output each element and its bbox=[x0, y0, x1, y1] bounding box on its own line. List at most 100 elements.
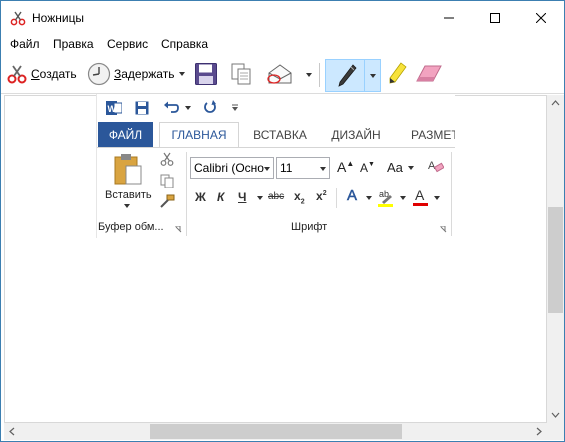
menu-help[interactable]: Справка bbox=[161, 37, 208, 51]
chevron-down-icon bbox=[179, 72, 186, 76]
create-label: оздать bbox=[39, 67, 77, 81]
menu-tools[interactable]: Сервис bbox=[107, 37, 148, 51]
shrink-font-icon: A▼ bbox=[360, 161, 375, 175]
vertical-scroll-thumb[interactable] bbox=[548, 207, 563, 313]
subscript-button: x2 bbox=[294, 189, 305, 206]
captured-snip: W ФАЙЛ ГЛАВНАЯ ВСТАВКА ДИЗАЙН РАЗМЕТ Вст… bbox=[96, 94, 455, 238]
delay-label: адержать bbox=[121, 67, 175, 81]
quick-access-toolbar: W bbox=[97, 94, 455, 122]
minimize-icon bbox=[444, 17, 454, 19]
svg-text:W: W bbox=[108, 104, 117, 114]
clear-formatting-icon: A bbox=[428, 160, 444, 173]
ribbon-tabs: ФАЙЛ ГЛАВНАЯ ВСТАВКА ДИЗАЙН РАЗМЕТ bbox=[97, 122, 455, 147]
redo-icon bbox=[204, 100, 216, 113]
grow-font-icon: A▲ bbox=[337, 159, 355, 175]
scrollbar-corner bbox=[547, 423, 564, 440]
text-effects-icon: A bbox=[347, 187, 358, 205]
save-snip-button[interactable] bbox=[194, 62, 218, 86]
maximize-button[interactable] bbox=[472, 1, 518, 35]
chevron-down-icon[interactable] bbox=[370, 74, 376, 78]
snipping-tool-window: Ножницы Файл Правка Сервис Справка Созда… bbox=[0, 0, 565, 442]
dialog-launcher-icon bbox=[440, 226, 447, 233]
new-snip-button[interactable]: Создать bbox=[6, 62, 77, 86]
title-bar[interactable]: Ножницы bbox=[1, 1, 564, 35]
clock-icon bbox=[87, 62, 111, 86]
cut-icon bbox=[160, 152, 174, 166]
save-icon bbox=[135, 101, 149, 115]
pen-split-divider bbox=[364, 60, 365, 91]
svg-text:A: A bbox=[428, 160, 436, 172]
scroll-down-icon[interactable] bbox=[547, 406, 564, 423]
font-divider bbox=[336, 188, 337, 208]
chevron-down-icon bbox=[366, 196, 372, 200]
tab-layout: РАЗМЕТ bbox=[411, 127, 455, 142]
clipboard-icon bbox=[114, 154, 142, 185]
toolbar: Создать Задержать bbox=[1, 56, 564, 94]
copy-icon bbox=[160, 174, 174, 188]
close-icon bbox=[536, 13, 546, 23]
scissors-app-icon bbox=[10, 11, 26, 26]
group-divider bbox=[451, 152, 452, 236]
superscript-button: x2 bbox=[316, 189, 327, 203]
ribbon-home: Вставить Буфер обм... Calibri (Осно 11 A… bbox=[97, 147, 455, 238]
scroll-left-icon[interactable] bbox=[4, 423, 21, 440]
chevron-down-icon bbox=[257, 196, 263, 200]
maximize-icon bbox=[490, 13, 500, 23]
vertical-scrollbar[interactable] bbox=[547, 95, 564, 423]
chevron-down-icon bbox=[434, 196, 440, 200]
horizontal-scrollbar[interactable] bbox=[4, 423, 547, 440]
italic-button: К bbox=[217, 190, 225, 204]
undo-icon bbox=[164, 101, 179, 113]
toolbar-divider bbox=[319, 63, 320, 87]
chevron-down-icon bbox=[185, 106, 191, 110]
create-accel: С bbox=[31, 67, 40, 81]
bold-button: Ж bbox=[195, 190, 206, 204]
eraser-icon bbox=[416, 65, 442, 82]
delay-button[interactable]: Задержать bbox=[87, 61, 186, 87]
font-size-value: 11 bbox=[280, 161, 293, 175]
font-name-value: Calibri (Осно bbox=[194, 161, 264, 175]
strikethrough-button: abc bbox=[268, 191, 285, 202]
tab-insert: ВСТАВКА bbox=[253, 127, 307, 142]
send-snip-button[interactable] bbox=[265, 62, 295, 86]
font-size-combo: 11 bbox=[276, 157, 330, 179]
tab-file: ФАЙЛ bbox=[98, 122, 153, 147]
scroll-up-icon[interactable] bbox=[547, 95, 564, 112]
underline-button: Ч bbox=[238, 190, 247, 204]
chevron-down-icon bbox=[400, 196, 406, 200]
copy-button[interactable] bbox=[230, 62, 252, 86]
font-name-combo: Calibri (Осно bbox=[190, 157, 274, 179]
highlighter-icon bbox=[389, 62, 407, 84]
font-color-icon: A bbox=[413, 187, 429, 207]
tab-home: ГЛАВНАЯ bbox=[159, 122, 239, 147]
close-button[interactable] bbox=[518, 1, 564, 35]
chevron-down-icon[interactable] bbox=[306, 73, 312, 77]
group-divider bbox=[186, 152, 187, 236]
chevron-down-icon bbox=[124, 204, 130, 208]
chevron-down-icon bbox=[264, 167, 270, 171]
pen-button[interactable] bbox=[325, 59, 381, 92]
word-logo-icon: W bbox=[106, 101, 122, 115]
envelope-icon bbox=[267, 64, 292, 84]
menu-edit[interactable]: Правка bbox=[53, 37, 94, 51]
copy-icon bbox=[231, 63, 251, 85]
menu-bar: Файл Правка Сервис Справка bbox=[1, 35, 564, 55]
format-painter-icon bbox=[160, 194, 175, 208]
paste-label: Вставить bbox=[105, 189, 152, 201]
scissors-icon bbox=[7, 65, 27, 84]
scroll-right-icon[interactable] bbox=[530, 423, 547, 440]
highlight-icon: ab bbox=[378, 189, 394, 207]
change-case-label: Aa bbox=[387, 160, 403, 175]
highlighter-button[interactable] bbox=[386, 61, 408, 87]
clipboard-group-label: Буфер обм... bbox=[98, 221, 164, 233]
menu-file[interactable]: Файл bbox=[10, 37, 40, 51]
floppy-disk-icon bbox=[195, 63, 217, 85]
chevron-down-icon bbox=[320, 167, 326, 171]
chevron-down-icon bbox=[408, 166, 414, 170]
eraser-button[interactable] bbox=[415, 64, 443, 84]
window-title: Ножницы bbox=[32, 11, 85, 25]
font-group-label: Шрифт bbox=[291, 221, 328, 233]
tab-design: ДИЗАЙН bbox=[331, 127, 381, 142]
minimize-button[interactable] bbox=[426, 1, 472, 35]
horizontal-scroll-thumb[interactable] bbox=[150, 424, 402, 439]
